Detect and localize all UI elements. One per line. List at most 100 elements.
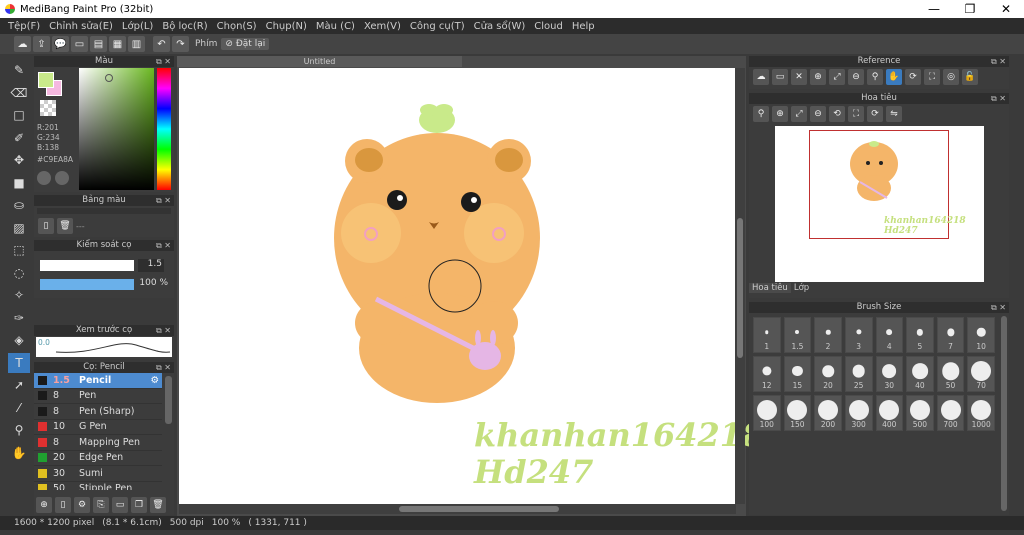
brush-list-item[interactable]: 8 Pen	[34, 389, 162, 404]
brush-size-cell[interactable]: 40	[906, 356, 934, 392]
brush-list-item[interactable]: 8 Mapping Pen	[34, 435, 162, 451]
brush-list-item[interactable]: 10 G Pen	[34, 420, 162, 435]
dot-brush-tool-icon[interactable]: ✐	[8, 128, 30, 148]
close-icon[interactable]: ⧉ ✕	[156, 362, 171, 373]
saturation-brightness-picker[interactable]	[79, 68, 154, 190]
brush-list-scrollbar[interactable]	[165, 376, 172, 424]
menu-window[interactable]: Cửa sổ(W)	[474, 21, 526, 32]
fit-icon[interactable]: ⤢	[791, 106, 807, 122]
add-brush-icon[interactable]: ⊕	[36, 497, 52, 513]
brush-size-value[interactable]: 1.5	[138, 259, 164, 272]
lasso-tool-icon[interactable]: ◌	[8, 263, 30, 283]
brush-tool-icon[interactable]: ✎	[8, 60, 30, 80]
canvas-horizontal-scrollbar[interactable]	[179, 504, 736, 514]
brush-size-scrollbar[interactable]	[1001, 316, 1007, 511]
zoom-out-icon[interactable]: ⊖	[810, 106, 826, 122]
tab-navigator[interactable]: Hoa tiêu	[749, 283, 791, 293]
hand-icon[interactable]: ✋	[886, 69, 902, 85]
rotate-icon[interactable]: ⟳	[905, 69, 921, 85]
brush-size-cell[interactable]: 30	[875, 356, 904, 392]
reset-view-icon[interactable]: ◎	[943, 69, 959, 85]
redo-icon[interactable]: ↷	[172, 36, 189, 52]
eyedropper-tool-icon[interactable]: ⚲	[8, 420, 30, 440]
text-tool-icon[interactable]: T	[8, 352, 30, 373]
primary-color-swatch[interactable]	[38, 72, 54, 88]
page-icon[interactable]: ▤	[90, 36, 107, 52]
brush-list-item[interactable]: 50 Stipple Pen	[34, 482, 162, 490]
delete-brush-icon[interactable]: 🗑	[150, 497, 166, 513]
menu-layer[interactable]: Lớp(L)	[122, 21, 153, 32]
brush-size-cell[interactable]: 400	[875, 395, 904, 431]
close-icon[interactable]: ⧉ ✕	[991, 302, 1006, 313]
opacity-value[interactable]: 100 %	[138, 278, 168, 291]
close-icon[interactable]: ⧉ ✕	[156, 240, 171, 251]
brush-size-cell[interactable]: 12	[753, 356, 781, 392]
brush-size-slider[interactable]	[40, 260, 134, 271]
palette-icon[interactable]	[37, 171, 51, 185]
zoom-in-icon[interactable]: ⊕	[810, 69, 826, 85]
horizontal-scroll-thumb[interactable]	[399, 506, 559, 512]
brush-size-cell[interactable]: 1.5	[783, 317, 812, 353]
divide-tool-icon[interactable]: ⁄	[8, 398, 30, 418]
palette-edit-icon[interactable]	[55, 171, 69, 185]
rectangle-tool-icon[interactable]: □	[8, 105, 30, 125]
menu-edit[interactable]: Chỉnh sửa(E)	[49, 21, 113, 32]
brush-list-item[interactable]: 1.5 Pencil ⚙	[34, 373, 162, 389]
brush-size-cell[interactable]: 100	[753, 395, 781, 431]
brush-list-item[interactable]: 30 Sumi	[34, 466, 162, 482]
brush-size-cell[interactable]: 1	[753, 317, 781, 353]
eraser-tool-icon[interactable]: ⌫	[8, 83, 30, 103]
bucket-tool-icon[interactable]: ⛀	[8, 195, 30, 215]
lock-icon[interactable]: 🔓	[962, 69, 978, 85]
grid-icon[interactable]: ▦	[109, 36, 126, 52]
brush-size-cell[interactable]: 2	[814, 317, 842, 353]
rotate-right-icon[interactable]: ⟳	[867, 106, 883, 122]
brush-size-cell[interactable]: 3	[844, 317, 873, 353]
canvas-vertical-scrollbar[interactable]	[735, 68, 745, 504]
brush-size-cell[interactable]: 50	[936, 356, 965, 392]
hand-tool-icon[interactable]: ✋	[8, 443, 30, 463]
speech-bubble-icon[interactable]: 💬	[52, 36, 69, 52]
brush-size-cell[interactable]: 15	[783, 356, 812, 392]
zoom-icon[interactable]: ⚲	[753, 106, 769, 122]
magic-wand-tool-icon[interactable]: ✧	[8, 285, 30, 305]
close-icon[interactable]: ⧉ ✕	[156, 56, 171, 67]
menu-select[interactable]: Chọn(S)	[217, 21, 257, 32]
canvas-paper[interactable]: khanhan164218 Hd247	[179, 68, 764, 504]
open-folder-icon[interactable]: ▭	[772, 69, 788, 85]
close-icon[interactable]: ⧉ ✕	[991, 93, 1006, 104]
fit-icon[interactable]: ⤢	[829, 69, 845, 85]
maximize-button[interactable]: ❐	[952, 0, 988, 18]
brush-size-cell[interactable]: 200	[814, 395, 842, 431]
color-picker-cursor[interactable]	[105, 74, 113, 82]
document-tab[interactable]: Untitled	[177, 56, 462, 67]
select-eraser-tool-icon[interactable]: ◈	[8, 330, 30, 350]
select-pen-tool-icon[interactable]: ✑	[8, 308, 30, 328]
menu-help[interactable]: Help	[572, 21, 595, 32]
opacity-slider[interactable]	[40, 279, 134, 290]
flip-icon[interactable]: ⇋	[886, 106, 902, 122]
brush-size-cell[interactable]: 20	[814, 356, 842, 392]
trash-icon[interactable]: 🗑	[57, 218, 73, 234]
brush-size-cell[interactable]: 7	[936, 317, 965, 353]
rotate-left-icon[interactable]: ⟲	[829, 106, 845, 122]
brush-list-item[interactable]: 8 Pen (Sharp)	[34, 404, 162, 420]
fullscreen-icon[interactable]: ⛶	[924, 69, 940, 85]
undo-icon[interactable]: ↶	[153, 36, 170, 52]
menu-tools[interactable]: Công cụ(T)	[410, 21, 465, 32]
layout-icon[interactable]: ▥	[128, 36, 145, 52]
move-tool-icon[interactable]: ✥	[8, 150, 30, 170]
hue-slider[interactable]	[157, 68, 171, 190]
brush-size-cell[interactable]: 500	[906, 395, 934, 431]
brush-list-item[interactable]: 20 Edge Pen	[34, 451, 162, 466]
zoom-in-icon[interactable]: ⊕	[772, 106, 788, 122]
reset-button[interactable]: ⊘ Đặt lại	[221, 38, 270, 50]
close-icon[interactable]: ⧉ ✕	[991, 56, 1006, 67]
brush-size-cell[interactable]: 5	[906, 317, 934, 353]
transparent-swatch[interactable]	[40, 100, 56, 116]
fill-rect-tool-icon[interactable]: ■	[8, 173, 30, 193]
new-brush-icon[interactable]: ▯	[55, 497, 71, 513]
upload-icon[interactable]: ⇪	[33, 36, 50, 52]
gear-icon[interactable]: ⚙	[150, 375, 159, 386]
brush-size-cell[interactable]: 10	[967, 317, 995, 353]
